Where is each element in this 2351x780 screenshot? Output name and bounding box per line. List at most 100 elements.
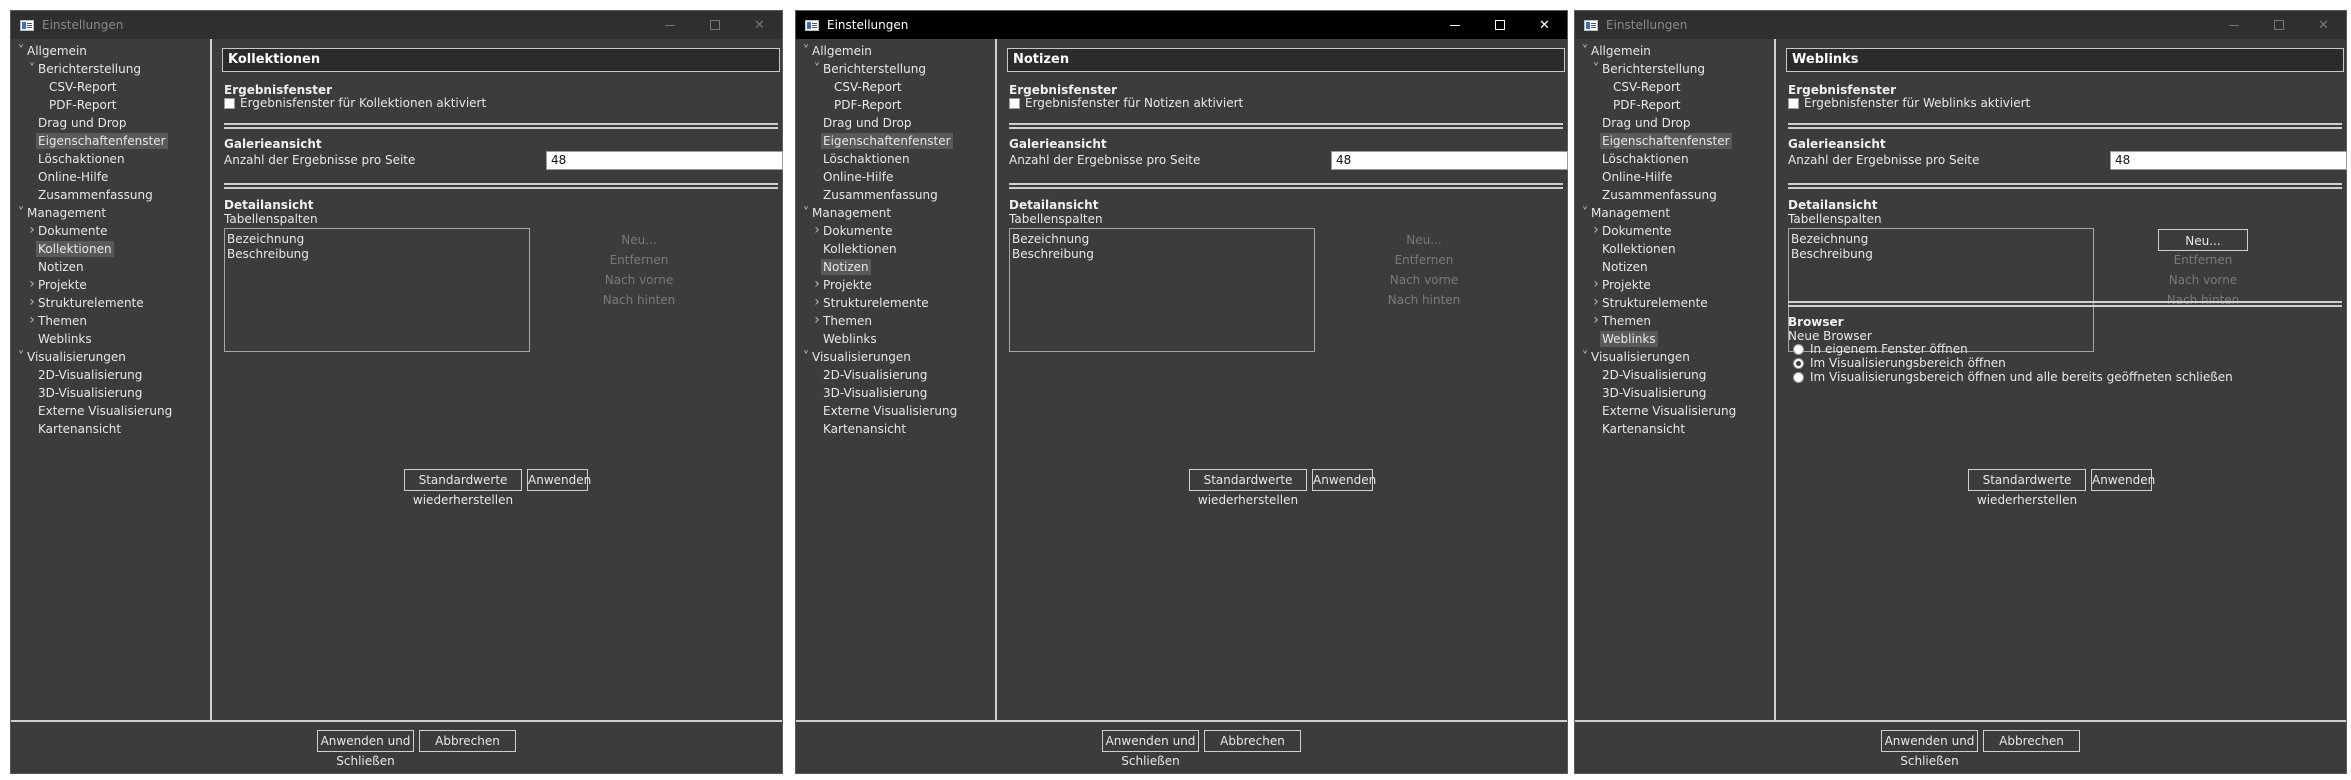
tree-item[interactable]: CSV-Report [11, 78, 210, 96]
list-item[interactable]: Bezeichnung [1791, 232, 2091, 247]
move-down-button[interactable]: Nach hinten [1379, 289, 1469, 311]
tree-item[interactable]: Eigenschaftenfenster [796, 132, 995, 150]
tree-item[interactable]: Drag und Drop [11, 114, 210, 132]
tree-item[interactable]: Online-Hilfe [1575, 168, 1774, 186]
tree-item[interactable]: Online-Hilfe [796, 168, 995, 186]
cancel-button[interactable]: Abbrechen [1983, 730, 2080, 752]
tree-item[interactable]: 2D-Visualisierung [1575, 366, 1774, 384]
list-item[interactable]: Beschreibung [1791, 247, 2091, 262]
tree-item[interactable]: Löschaktionen [1575, 150, 1774, 168]
tree-item[interactable]: Kartenansicht [11, 420, 210, 438]
minimize-button[interactable] [647, 11, 692, 39]
move-down-button[interactable]: Nach hinten [594, 289, 684, 311]
tree-item[interactable]: Notizen [11, 258, 210, 276]
tree-item[interactable]: Kollektionen [11, 240, 210, 258]
tree-item[interactable]: › Dokumente [1575, 222, 1774, 240]
tree-item[interactable]: Eigenschaftenfenster [11, 132, 210, 150]
tree-item[interactable]: ˅ Berichterstellung [796, 60, 995, 78]
tree-item[interactable]: ˅ Management [1575, 204, 1774, 222]
tree-item[interactable]: › Projekte [796, 276, 995, 294]
move-down-button[interactable]: Nach hinten [2158, 289, 2248, 311]
minimize-button[interactable] [1432, 11, 1477, 39]
browser-option-radio[interactable] [1793, 343, 1804, 355]
browser-option[interactable]: Im Visualisierungsbereich öffnen und all… [1788, 370, 2233, 384]
restore-defaults-button[interactable]: Standardwerte wiederherstellen [1189, 469, 1307, 507]
list-item[interactable]: Bezeichnung [227, 232, 527, 247]
tree-item[interactable]: Kartenansicht [1575, 420, 1774, 438]
tree-item[interactable]: Externe Visualisierung [796, 402, 995, 420]
minimize-button[interactable] [2211, 11, 2256, 39]
tree-item[interactable]: 2D-Visualisierung [796, 366, 995, 384]
tree-item[interactable]: PDF-Report [796, 96, 995, 114]
title-bar[interactable]: Einstellungen ✕ [1575, 11, 2346, 39]
close-button[interactable]: ✕ [2301, 11, 2346, 39]
apply-and-close-button[interactable]: Anwenden und Schließen [1102, 730, 1199, 768]
tree-item[interactable]: Weblinks [11, 330, 210, 348]
tree-item[interactable]: Externe Visualisierung [1575, 402, 1774, 420]
tree-item[interactable]: › Themen [11, 312, 210, 330]
maximize-button[interactable] [2256, 11, 2301, 39]
tree-item[interactable]: Zusammenfassung [11, 186, 210, 204]
browser-option-radio[interactable] [1793, 371, 1804, 383]
tree-item[interactable]: Eigenschaftenfenster [1575, 132, 1774, 150]
cancel-button[interactable]: Abbrechen [1204, 730, 1301, 752]
tree-item[interactable]: Notizen [1575, 258, 1774, 276]
result-window-checkbox[interactable] [1788, 97, 1799, 109]
tree-item[interactable]: Kollektionen [1575, 240, 1774, 258]
result-window-checkbox-row[interactable]: Ergebnisfenster für Notizen aktiviert [1009, 96, 1243, 110]
apply-and-close-button[interactable]: Anwenden und Schließen [1881, 730, 1978, 768]
maximize-button[interactable] [1477, 11, 1522, 39]
tree-item[interactable]: PDF-Report [1575, 96, 1774, 114]
result-window-checkbox[interactable] [224, 97, 235, 109]
results-per-page-input[interactable]: 48 [2110, 151, 2347, 170]
new-button[interactable]: Neu... [594, 229, 684, 251]
close-button[interactable]: ✕ [1522, 11, 1567, 39]
list-item[interactable]: Bezeichnung [1012, 232, 1312, 247]
tree-item[interactable]: › Dokumente [796, 222, 995, 240]
tree-item[interactable]: › Projekte [11, 276, 210, 294]
apply-button[interactable]: Anwenden [2091, 469, 2155, 491]
new-button[interactable]: Neu... [2158, 229, 2248, 251]
tree-item[interactable]: › Strukturelemente [1575, 294, 1774, 312]
preferences-tree[interactable]: ˅ Allgemein ˅ Berichterstellung CSV-Report PD… [11, 39, 212, 720]
list-item[interactable]: Beschreibung [1012, 247, 1312, 262]
tree-item[interactable]: ˅ Berichterstellung [1575, 60, 1774, 78]
preferences-tree[interactable]: ˅ Allgemein ˅ Berichterstellung CSV-Report PD… [796, 39, 997, 720]
tree-item[interactable]: 2D-Visualisierung [11, 366, 210, 384]
tree-item[interactable]: Online-Hilfe [11, 168, 210, 186]
tree-item[interactable]: Drag und Drop [796, 114, 995, 132]
remove-button[interactable]: Entfernen [1379, 249, 1469, 271]
apply-button[interactable]: Anwenden [1312, 469, 1376, 491]
table-columns-list[interactable]: Bezeichnung Beschreibung [224, 228, 530, 352]
tree-item[interactable]: Kartenansicht [796, 420, 995, 438]
tree-item[interactable]: Löschaktionen [11, 150, 210, 168]
tree-item[interactable]: Kollektionen [796, 240, 995, 258]
apply-button[interactable]: Anwenden [527, 469, 591, 491]
maximize-button[interactable] [692, 11, 737, 39]
tree-item[interactable]: ˅ Allgemein [1575, 42, 1774, 60]
tree-item[interactable]: › Projekte [1575, 276, 1774, 294]
restore-defaults-button[interactable]: Standardwerte wiederherstellen [404, 469, 522, 507]
remove-button[interactable]: Entfernen [2158, 249, 2248, 271]
tree-item[interactable]: Externe Visualisierung [11, 402, 210, 420]
tree-item[interactable]: 3D-Visualisierung [796, 384, 995, 402]
tree-item[interactable]: PDF-Report [11, 96, 210, 114]
tree-item[interactable]: Zusammenfassung [796, 186, 995, 204]
tree-item[interactable]: ˅ Visualisierungen [11, 348, 210, 366]
tree-item[interactable]: ˅ Management [11, 204, 210, 222]
tree-item[interactable]: ˅ Visualisierungen [1575, 348, 1774, 366]
close-button[interactable]: ✕ [737, 11, 782, 39]
tree-item[interactable]: 3D-Visualisierung [1575, 384, 1774, 402]
move-up-button[interactable]: Nach vorne [1379, 269, 1469, 291]
tree-item[interactable]: ˅ Management [796, 204, 995, 222]
list-item[interactable]: Beschreibung [227, 247, 527, 262]
results-per-page-input[interactable]: 48 [1331, 151, 1568, 170]
move-up-button[interactable]: Nach vorne [594, 269, 684, 291]
tree-item[interactable]: › Strukturelemente [796, 294, 995, 312]
move-up-button[interactable]: Nach vorne [2158, 269, 2248, 291]
tree-item[interactable]: ˅ Berichterstellung [11, 60, 210, 78]
tree-item[interactable]: ˅ Visualisierungen [796, 348, 995, 366]
tree-item[interactable]: Löschaktionen [796, 150, 995, 168]
tree-item[interactable]: ˅ Allgemein [11, 42, 210, 60]
tree-item[interactable]: Weblinks [796, 330, 995, 348]
